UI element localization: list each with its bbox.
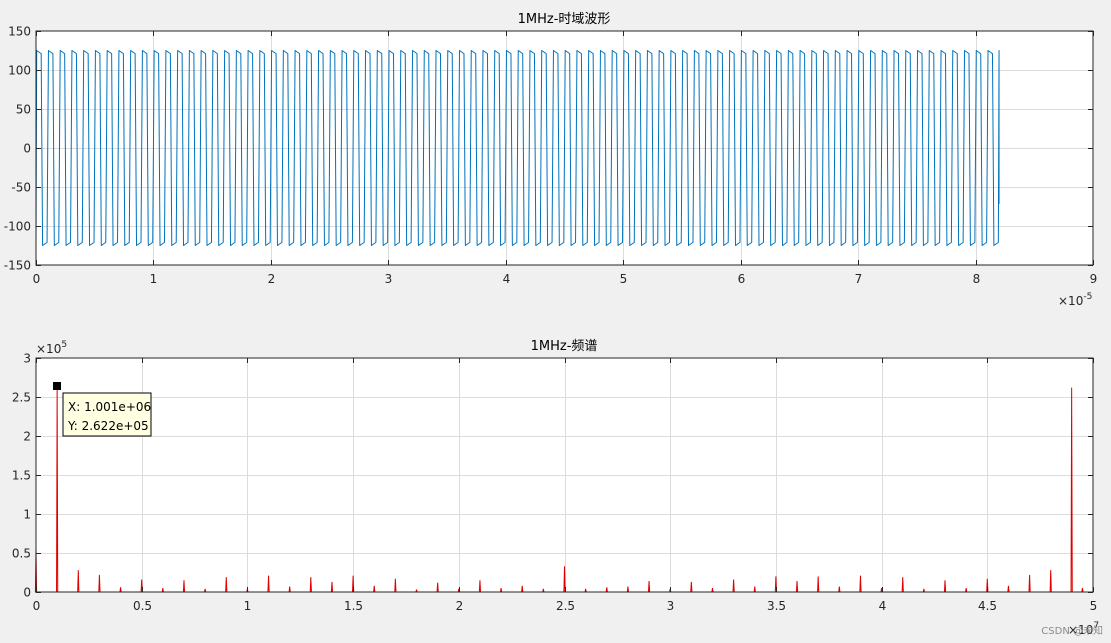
datatip-x-label: X: 1.001e+06 bbox=[68, 400, 151, 414]
time-domain-y-tick-label: 100 bbox=[8, 64, 31, 78]
spectrum-y-multiplier-exp: 5 bbox=[61, 340, 67, 350]
spectrum-x-tick-label: 4.5 bbox=[978, 599, 997, 613]
time-domain-title: 1MHz-时域波形 bbox=[518, 12, 611, 27]
spectrum-x-tick-label: 2 bbox=[456, 599, 464, 613]
spectrum-y-tick-label: 1.5 bbox=[12, 469, 31, 483]
time-domain-x-multiplier-base: ×10 bbox=[1058, 294, 1083, 308]
spectrum-plot[interactable]: 0 0.5 1 1.5 2 2.5 3 3.5 4 4.5 5 0 0.5 1 1.5 2 2.5 3 1MHz-… bbox=[12, 339, 1099, 637]
time-domain-x-tick-label: 8 bbox=[973, 272, 981, 286]
datatip-marker[interactable] bbox=[53, 382, 61, 390]
spectrum-x-tick-label: 0 bbox=[33, 599, 41, 613]
time-domain-y-tick-label: 0 bbox=[23, 142, 31, 156]
time-domain-plot[interactable]: 0 1 2 3 4 5 6 7 8 9 -150 -100 -50 0 50 100 150 1MHz-时域波形… bbox=[4, 12, 1098, 308]
time-domain-y-tick-label: 50 bbox=[16, 103, 31, 117]
time-domain-x-tick-label: 6 bbox=[738, 272, 746, 286]
time-domain-y-tick-label: 150 bbox=[8, 25, 31, 39]
spectrum-x-tick-label: 4 bbox=[879, 599, 887, 613]
time-domain-x-tick-label: 5 bbox=[620, 272, 628, 286]
time-domain-x-multiplier-exp: -5 bbox=[1083, 292, 1092, 302]
time-domain-x-tick-label: 2 bbox=[268, 272, 276, 286]
time-domain-x-tick-label: 3 bbox=[385, 272, 393, 286]
time-domain-x-tick-label: 7 bbox=[855, 272, 863, 286]
spectrum-y-multiplier-base: ×10 bbox=[36, 342, 61, 356]
spectrum-y-tick-label: 3 bbox=[23, 352, 31, 366]
spectrum-x-tick-label: 1.5 bbox=[344, 599, 363, 613]
time-domain-y-tick-label: -50 bbox=[11, 181, 31, 195]
spectrum-y-tick-label: 2.5 bbox=[12, 391, 31, 405]
datatip-y-label: Y: 2.622e+05 bbox=[67, 419, 149, 433]
spectrum-y-tick-label: 2 bbox=[23, 430, 31, 444]
time-domain-x-tick-label: 1 bbox=[150, 272, 158, 286]
spectrum-x-tick-label: 5 bbox=[1090, 599, 1098, 613]
spectrum-y-tick-label: 1 bbox=[23, 508, 31, 522]
spectrum-x-tick-label: 0.5 bbox=[133, 599, 152, 613]
spectrum-y-tick-label: 0.5 bbox=[12, 547, 31, 561]
time-domain-x-tick-label: 9 bbox=[1090, 272, 1098, 286]
spectrum-y-tick-label: 0 bbox=[23, 586, 31, 600]
spectrum-x-tick-label: 3.5 bbox=[767, 599, 786, 613]
time-domain-y-tick-label: -150 bbox=[4, 259, 31, 273]
spectrum-title: 1MHz-频谱 bbox=[531, 339, 598, 354]
time-domain-x-tick-label: 4 bbox=[503, 272, 511, 286]
spectrum-x-tick-label: 1 bbox=[244, 599, 252, 613]
watermark: CSDN @未知 bbox=[1041, 624, 1103, 637]
time-domain-y-tick-label: -100 bbox=[4, 220, 31, 234]
time-domain-x-tick-label: 0 bbox=[33, 272, 41, 286]
spectrum-x-tick-label: 3 bbox=[667, 599, 675, 613]
figure-canvas: 0 1 2 3 4 5 6 7 8 9-150-100-50050100150 1MHz-时域波形… bbox=[0, 0, 1111, 643]
spectrum-x-tick-label: 2.5 bbox=[556, 599, 575, 613]
